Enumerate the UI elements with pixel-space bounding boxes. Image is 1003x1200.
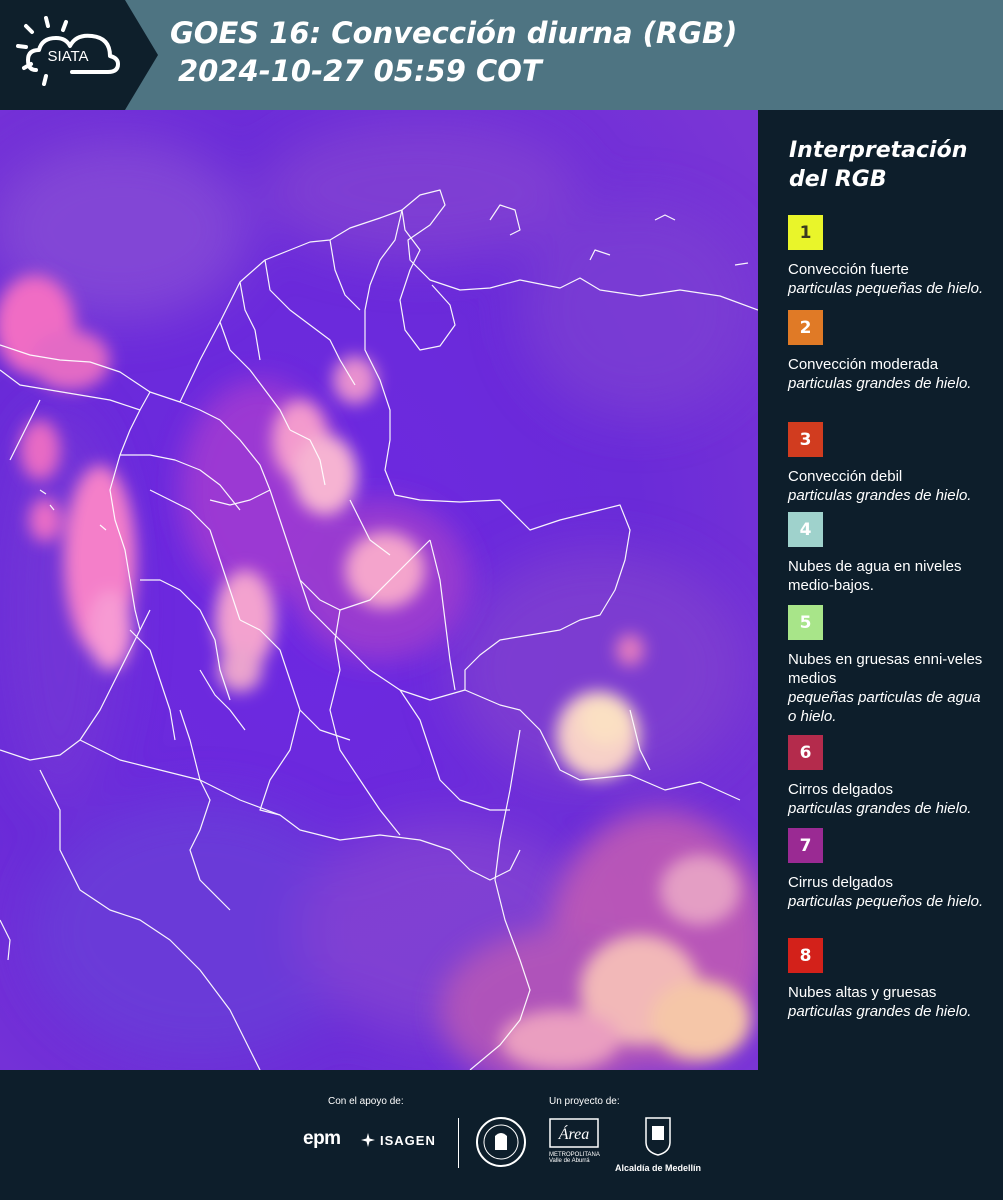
legend-label-2: Convección moderada: [788, 356, 939, 373]
legend-badge-7: 7: [788, 828, 823, 863]
legend-item-2: 2 Convección moderada particulas grandes…: [788, 310, 988, 393]
legend-item-6: 6 Cirros delgados particulas grandes de …: [788, 735, 988, 818]
area-sub-2: Valle de Aburrá: [549, 1158, 590, 1164]
legend-title: Interpretación del RGB: [789, 138, 968, 192]
page-title: GOES 16: Convección diurna (RGB) 2024-10…: [170, 14, 737, 90]
legend-label-1: Convección fuerte: [788, 261, 909, 278]
area-metropolitana-logo: Área METROPOLITANA Valle de Aburrá: [549, 1118, 600, 1164]
isagen-star-icon: [361, 1133, 375, 1147]
support-label: Con el apoyo de:: [328, 1096, 404, 1107]
legend-label-8: Nubes altas y gruesas: [788, 984, 937, 1001]
legend-badge-6: 6: [788, 735, 823, 770]
siata-logo-icon: SIATA: [16, 16, 120, 86]
legend-sub-1: particulas pequeñas de hielo.: [788, 280, 984, 297]
logo-block: SIATA: [0, 0, 158, 110]
legend-label-5: Nubes en gruesas enni-veles medios: [788, 651, 983, 687]
legend-badge-4: 4: [788, 512, 823, 547]
alcaldia-text: Alcaldía de Medellín: [614, 1163, 702, 1173]
legend-label-7: Cirrus delgados: [788, 874, 894, 891]
footer-bar: Con el apoyo de: Un proyecto de: epm ISA…: [0, 1070, 1003, 1200]
satellite-map: [0, 110, 758, 1070]
isagen-text: ISAGEN: [380, 1132, 436, 1148]
area-logo-mark-icon: Área: [549, 1118, 599, 1148]
project-label: Un proyecto de:: [549, 1096, 620, 1107]
epm-logo: epm: [303, 1128, 341, 1149]
legend-item-1: 1 Convección fuerte particulas pequeñas …: [788, 215, 988, 298]
legend-item-7: 7 Cirrus delgados particulas pequeños de…: [788, 828, 988, 911]
legend-sub-8: particulas grandes de hielo.: [788, 1003, 972, 1020]
legend-badge-8: 8: [788, 938, 823, 973]
legend-badge-2: 2: [788, 310, 823, 345]
university-seal-icon: [476, 1117, 526, 1167]
legend-badge-3: 3: [788, 422, 823, 457]
legend-label-3: Convección debil: [788, 468, 903, 485]
footer-divider: [458, 1118, 459, 1168]
legend-label-6: Cirros delgados: [788, 781, 894, 798]
legend-badge-1: 1: [788, 215, 823, 250]
legend-sub-3: particulas grandes de hielo.: [788, 487, 972, 504]
legend-sub-7: particulas pequeños de hielo.: [788, 893, 984, 910]
legend-badge-5: 5: [788, 605, 823, 640]
title-line-2: 2024-10-27 05:59 COT: [178, 54, 542, 88]
legend-item-4: 4 Nubes de agua en niveles medio-bajos.: [788, 512, 988, 595]
isagen-logo: ISAGEN: [360, 1132, 436, 1148]
legend-panel: Interpretación del RGB 1 Convección fuer…: [758, 110, 1003, 1070]
legend-label-4: Nubes de agua en niveles medio-bajos.: [788, 558, 962, 594]
legend-sub-6: particulas grandes de hielo.: [788, 800, 972, 817]
alcaldia-logo: Alcaldía de Medellín: [612, 1116, 704, 1173]
legend-sub-5: pequeñas particulas de agua o hielo.: [788, 689, 981, 725]
svg-text:SIATA: SIATA: [47, 48, 88, 65]
title-line-1: GOES 16: Convección diurna (RGB): [170, 16, 738, 50]
header-bar: SIATA GOES 16: Convección diurna (RGB) 2…: [0, 0, 1003, 110]
legend-item-5: 5 Nubes en gruesas enni-veles medios peq…: [788, 605, 988, 726]
legend-sub-2: particulas grandes de hielo.: [788, 375, 972, 392]
legend-item-8: 8 Nubes altas y gruesas particulas grand…: [788, 938, 988, 1021]
legend-item-3: 3 Convección debil particulas grandes de…: [788, 422, 988, 505]
medellin-shield-icon: [645, 1117, 671, 1156]
svg-text:Área: Área: [558, 1124, 590, 1143]
